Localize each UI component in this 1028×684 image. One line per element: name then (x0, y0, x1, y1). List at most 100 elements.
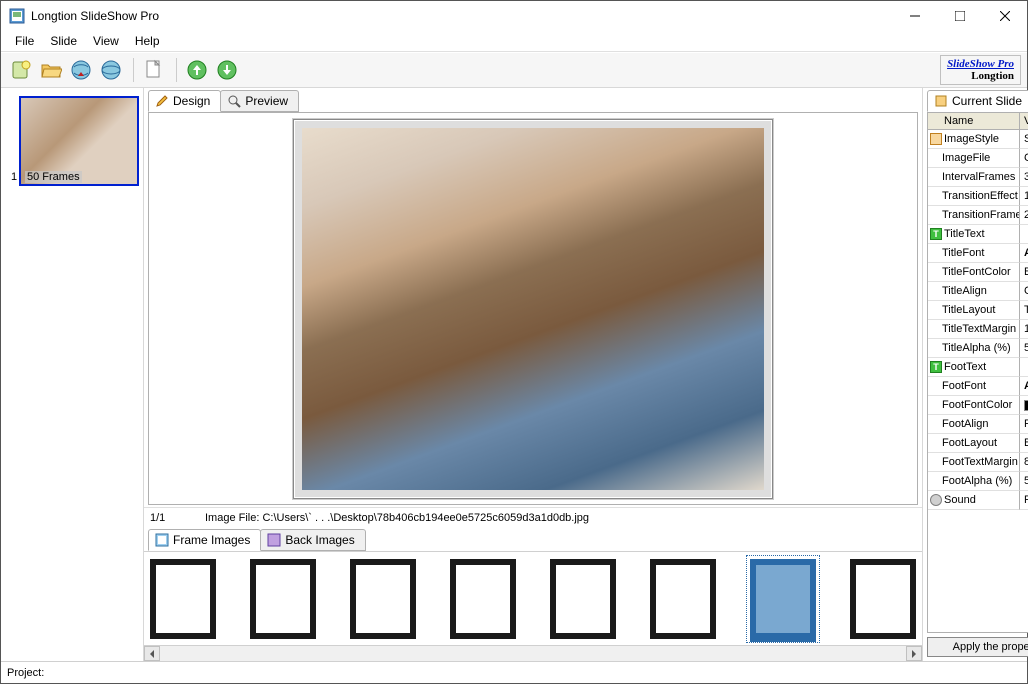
prop-row[interactable]: TransitionEffect1 - Fade (928, 187, 1028, 206)
pencil-icon (155, 94, 169, 108)
prop-value[interactable]: Arial... (1020, 244, 1028, 263)
slide-image (302, 128, 764, 490)
prop-value[interactable]: 10 (1020, 320, 1028, 339)
prop-row[interactable]: FootAlpha (%)50 (928, 472, 1028, 491)
prop-row[interactable]: ImageFile C:\Users\Body\D (928, 149, 1028, 168)
tab-current-slide[interactable]: Current Slide (927, 90, 1028, 112)
move-up-button[interactable] (183, 56, 211, 84)
open-project-button[interactable] (37, 56, 65, 84)
prop-row[interactable]: TitleTextMargin 10 (928, 320, 1028, 339)
frame-item[interactable] (550, 559, 616, 639)
new-slide-button[interactable] (140, 56, 168, 84)
close-button[interactable] (982, 1, 1027, 31)
slide-icon (934, 94, 948, 108)
frame-item[interactable] (650, 559, 716, 639)
prop-value[interactable]: 50 (1020, 339, 1028, 358)
frame-item[interactable] (350, 559, 416, 639)
frame-item[interactable] (250, 559, 316, 639)
menu-help[interactable]: Help (127, 32, 168, 50)
prop-name: FootText (944, 361, 986, 373)
prop-name: FootTextMargin (942, 456, 1018, 468)
prop-row[interactable]: TFootText (928, 358, 1028, 377)
prop-value[interactable]: False (1020, 491, 1028, 510)
prop-value[interactable]: Top (1020, 301, 1028, 320)
toolbar: SlideShow Pro Longtion (1, 52, 1027, 88)
prop-name: FootAlign (942, 418, 988, 430)
frame-item[interactable] (450, 559, 516, 639)
brand-line1: SlideShow Pro (947, 58, 1014, 70)
prop-hdr-value[interactable]: Value (1020, 113, 1028, 129)
prop-value[interactable]: Center (1020, 282, 1028, 301)
prop-row[interactable]: IntervalFrames 30 (928, 168, 1028, 187)
design-canvas[interactable] (148, 112, 918, 505)
slide-number: 1 (11, 171, 17, 183)
prop-row[interactable]: TransitionFrames20 (928, 206, 1028, 225)
image-group-icon (930, 133, 942, 145)
prop-value[interactable]: 50 (1020, 472, 1028, 491)
prop-row[interactable]: FootTextMargin8 (928, 453, 1028, 472)
prop-row[interactable]: FootFontColorBlack (928, 396, 1028, 415)
frame-item-selected[interactable] (750, 559, 816, 639)
prop-value[interactable]: Stretch (1020, 130, 1028, 149)
move-down-button[interactable] (213, 56, 241, 84)
prop-row[interactable]: TTitleText (928, 225, 1028, 244)
tab-design[interactable]: Design (148, 90, 221, 112)
save-scr-button[interactable] (97, 56, 125, 84)
text-group-icon: T (930, 361, 942, 373)
tab-preview[interactable]: Preview (220, 90, 299, 112)
prop-name: TitleText (944, 228, 985, 240)
slide-thumbnail[interactable]: 1 50 Frames (19, 96, 139, 186)
prop-name: ImageFile (942, 152, 990, 164)
prop-row[interactable]: SoundFalse (928, 491, 1028, 510)
scroll-right-button[interactable] (906, 646, 922, 661)
prop-row[interactable]: TitleLayoutTop (928, 301, 1028, 320)
prop-value[interactable]: Black (1020, 263, 1028, 282)
tab-frame-images[interactable]: Frame Images (148, 529, 261, 551)
prop-value[interactable]: Bottom (1020, 434, 1028, 453)
slide-counter: 1/1 (150, 512, 205, 524)
brand-line2: Longtion (947, 70, 1014, 82)
prop-row[interactable]: ImageStyleStretch (928, 130, 1028, 149)
prop-value[interactable] (1020, 358, 1028, 377)
prop-value[interactable]: 30 (1020, 168, 1028, 187)
prop-value[interactable] (1020, 225, 1028, 244)
prop-value[interactable]: C:\Users\Body\D (1020, 149, 1028, 168)
prop-row[interactable]: FootLayoutBottom (928, 434, 1028, 453)
maximize-button[interactable] (937, 1, 982, 31)
apply-all-button[interactable]: Apply the property to all slides (927, 637, 1028, 657)
prop-row[interactable]: TitleFontColorBlack (928, 263, 1028, 282)
prop-name: TitleTextMargin (942, 323, 1016, 335)
frame-item[interactable] (150, 559, 216, 639)
prop-value[interactable]: Black (1020, 396, 1028, 415)
frame-item[interactable] (850, 559, 916, 639)
prop-row[interactable]: TitleAlignCenter (928, 282, 1028, 301)
prop-value[interactable]: 8 (1020, 453, 1028, 472)
prop-value[interactable]: Arial (1020, 377, 1028, 396)
prop-hdr-name[interactable]: Name (928, 113, 1020, 129)
prop-value[interactable]: 1 - Fade (1020, 187, 1028, 206)
menu-view[interactable]: View (85, 32, 127, 50)
new-project-button[interactable] (7, 56, 35, 84)
prop-row[interactable]: TitleFont Arial... (928, 244, 1028, 263)
prop-row[interactable]: FootFontArial (928, 377, 1028, 396)
prop-name: TitleFont (942, 247, 984, 259)
prop-name: IntervalFrames (942, 171, 1015, 183)
prop-row[interactable]: TitleAlpha (%)50 (928, 339, 1028, 358)
magnifier-icon (227, 94, 241, 108)
frame-strip[interactable] (144, 551, 922, 645)
color-swatch (1024, 400, 1028, 411)
frame-icon (155, 533, 169, 547)
image-file-path: Image File: C:\Users\` . . .\Desktop\78b… (205, 512, 589, 524)
minimize-button[interactable] (892, 1, 937, 31)
prop-row[interactable]: FootAlign Right (928, 415, 1028, 434)
scroll-left-button[interactable] (144, 646, 160, 661)
menu-slide[interactable]: Slide (42, 32, 85, 50)
menubar: File Slide View Help (1, 31, 1027, 52)
prop-value[interactable]: Right (1020, 415, 1028, 434)
frame-scrollbar[interactable] (144, 645, 922, 661)
save-exe-button[interactable] (67, 56, 95, 84)
slides-list: 1 50 Frames (1, 88, 144, 661)
menu-file[interactable]: File (7, 32, 42, 50)
prop-value[interactable]: 20 (1020, 206, 1028, 225)
tab-back-images[interactable]: Back Images (260, 529, 365, 551)
